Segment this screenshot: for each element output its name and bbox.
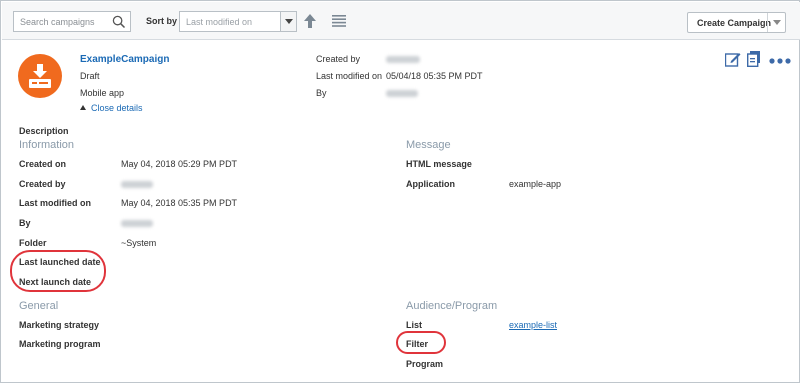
example-list-link[interactable]: example-list (509, 320, 557, 330)
highlight-ring (10, 250, 106, 292)
chevron-down-icon (285, 19, 293, 24)
chevron-down-icon (773, 20, 781, 25)
by-label: By (19, 218, 31, 228)
create-campaign-label: Create Campaign (697, 18, 772, 28)
copy-button[interactable] (746, 51, 761, 69)
search-icon[interactable] (112, 15, 126, 29)
edit-icon (724, 53, 741, 67)
create-campaign-button[interactable]: Create Campaign (687, 12, 786, 33)
edit-button[interactable] (724, 51, 741, 69)
created-by-value (121, 180, 153, 190)
create-campaign-dropdown[interactable] (767, 13, 785, 32)
html-message-label: HTML message (406, 159, 472, 169)
copy-icon (746, 51, 760, 68)
sort-select-value: Last modified on (186, 17, 253, 27)
by-value (121, 219, 153, 229)
close-details-link[interactable]: Close details (80, 103, 143, 113)
application-value: example-app (509, 179, 562, 189)
search-box[interactable] (13, 11, 131, 32)
header-created-by-value (386, 55, 420, 65)
list-icon (332, 15, 346, 27)
header-last-modified-value: 05/04/18 05:35 PM PDT (386, 71, 483, 81)
sort-by-label: Sort by (146, 16, 178, 26)
list-label: List (406, 320, 423, 330)
message-heading: Message (406, 139, 451, 151)
campaign-avatar (18, 54, 62, 98)
last-modified-label: Last modified on (19, 198, 91, 208)
created-on-value: May 04, 2018 05:29 PM PDT (121, 159, 238, 169)
audience-heading: Audience/Program (406, 300, 498, 312)
program-label: Program (406, 359, 444, 369)
arrow-up-icon (304, 14, 316, 28)
header-created-by-label: Created by (316, 54, 361, 64)
application-label: Application (406, 179, 455, 189)
folder-label: Folder (19, 238, 47, 248)
header-by-value (386, 89, 418, 99)
campaign-title[interactable]: ExampleCampaign (80, 54, 169, 65)
toolbar: Sort by Last modified on Create Campaign (2, 2, 800, 40)
close-details-label: Close details (91, 103, 143, 113)
highlight-ring (396, 331, 446, 354)
description-label: Description (19, 126, 69, 136)
sort-dropdown-button[interactable] (280, 12, 296, 31)
campaign-channel: Mobile app (80, 88, 125, 98)
sort-direction-button[interactable] (303, 13, 317, 29)
list-view-button[interactable] (332, 15, 346, 27)
header-last-modified-label: Last modified on (316, 71, 383, 81)
more-actions-button[interactable] (769, 56, 791, 66)
campaign-status: Draft (80, 71, 100, 81)
folder-value: ~System (121, 238, 157, 248)
campaign-panel: Sort by Last modified on Create Campaign (0, 0, 800, 383)
header-by-label: By (316, 88, 327, 98)
marketing-program-label: Marketing program (19, 339, 101, 349)
created-by-label: Created by (19, 179, 66, 189)
sort-select[interactable]: Last modified on (179, 11, 297, 32)
more-icon (769, 58, 791, 64)
download-icon (29, 64, 51, 88)
search-input[interactable] (14, 12, 110, 31)
information-heading: Information (19, 139, 75, 151)
triangle-up-icon (80, 105, 86, 110)
created-on-label: Created on (19, 159, 67, 169)
marketing-strategy-label: Marketing strategy (19, 320, 100, 330)
last-modified-value: May 04, 2018 05:35 PM PDT (121, 198, 238, 208)
general-heading: General (19, 300, 59, 312)
